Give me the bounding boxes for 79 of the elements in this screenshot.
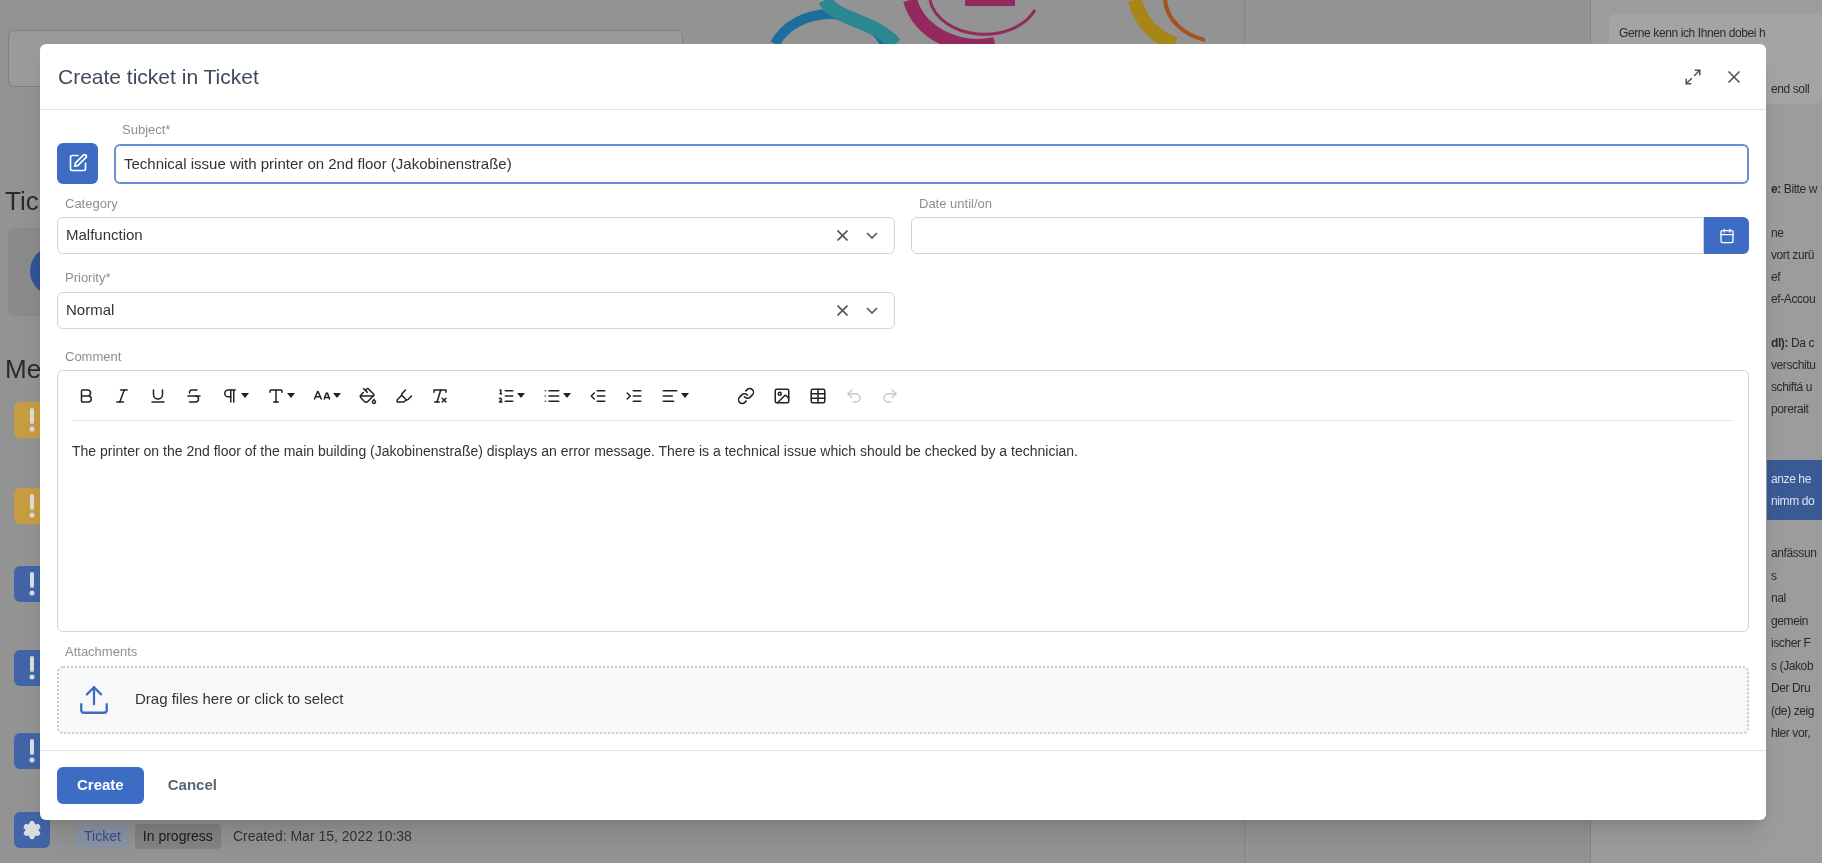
dropzone-hint: Drag files here or click to select: [135, 689, 344, 710]
message-text: s (Jakob: [1771, 657, 1815, 675]
dialog-title: Create ticket in Ticket: [58, 63, 260, 90]
caret-icon: [866, 232, 878, 239]
clear-icon: [837, 304, 848, 316]
exclamation-icon: [29, 408, 35, 432]
message-text: hler vor,: [1771, 725, 1812, 742]
section-heading: Me: [5, 353, 42, 386]
message-text: (de) zeig: [1771, 702, 1816, 720]
caret-icon: [287, 393, 295, 398]
caret-icon: [681, 393, 689, 398]
calendar-button[interactable]: [1704, 217, 1749, 254]
image-icon: [773, 386, 791, 405]
message-text: e: Bitte w: [1771, 181, 1819, 198]
section-heading: Tic: [5, 185, 39, 218]
status-tag: In progress: [134, 824, 221, 849]
caret-icon: [517, 393, 525, 398]
file-dropzone[interactable]: Drag files here or click to select: [57, 665, 1749, 734]
message-text: Der Dru: [1771, 680, 1812, 697]
message-text: ischer F: [1771, 635, 1812, 652]
caret-icon: [333, 393, 341, 398]
field-label: Comment: [65, 347, 123, 366]
caret-icon: [241, 393, 249, 398]
font-icon: [267, 386, 285, 405]
exclamation-icon: [29, 494, 35, 518]
message-text: porerait: [1771, 401, 1810, 418]
banner-text: nimm do: [1771, 493, 1816, 510]
expand-icon: [1684, 67, 1702, 86]
field-label: Subject*: [122, 121, 172, 139]
comment-text: The printer on the 2nd floor of the main building (Jakobinenstraße) displays an error message. There is a technical issue which should be checked by a technician.: [72, 442, 1079, 461]
exclamation-icon: [29, 656, 35, 680]
field-label: Attachments: [65, 643, 139, 661]
create-button[interactable]: Create: [57, 767, 144, 804]
priority-select[interactable]: Normal: [57, 291, 895, 329]
cancel-button[interactable]: Cancel: [151, 767, 233, 804]
strikethrough-icon: [185, 386, 203, 405]
message-text: nal: [1771, 590, 1787, 607]
created-date: Created: Mar 15, 2022 10:38: [232, 827, 412, 846]
pencil-icon: [67, 153, 88, 173]
clear-format-icon: [431, 386, 449, 405]
exclamation-icon: [29, 572, 35, 596]
message-text: ef: [1771, 269, 1782, 286]
category-select[interactable]: Malfunction: [57, 217, 895, 254]
calendar-icon: [1718, 227, 1735, 244]
link-icon: [737, 386, 755, 405]
subject-field[interactable]: Technical issue with printer on 2nd floor (Jakobinenstraße): [114, 143, 1749, 184]
gear-icon: [22, 820, 42, 840]
exclamation-icon: [29, 739, 35, 763]
message-text: end soll: [1771, 81, 1811, 98]
undo-icon: [845, 386, 863, 405]
banner-text: anze he: [1771, 471, 1812, 488]
message-text: Gerne kenn ich Ihnen dobei h: [1619, 26, 1766, 40]
highlighter-icon: [395, 386, 413, 405]
underline-icon: [149, 386, 167, 405]
italic-icon: [113, 386, 131, 405]
clear-icon: [837, 230, 848, 241]
message-text: vort zurü: [1771, 247, 1816, 264]
message-text: ne: [1771, 225, 1785, 242]
message-text: anfässun: [1771, 545, 1818, 562]
message-text: ef-Accou: [1771, 291, 1817, 308]
message-text: gemein: [1771, 612, 1809, 630]
numbered-list-icon: [497, 386, 515, 405]
field-label: Category: [65, 194, 119, 213]
redo-icon: [881, 386, 899, 405]
comment-editor[interactable]: The printer on the 2nd floor of the main building (Jakobinenstraße) displays an error message. There is a technical issue which should be checked by a technician.: [57, 370, 1749, 632]
edit-button[interactable]: [57, 142, 98, 184]
date-field[interactable]: [911, 217, 1704, 254]
caret-icon: [563, 393, 571, 398]
message-text: dl): Da c: [1771, 335, 1816, 352]
caret-icon: [866, 306, 878, 314]
field-label: Date until/on: [919, 194, 993, 213]
table-icon: [809, 386, 827, 405]
message-text: verschitu: [1771, 357, 1817, 374]
message-text: schiftá u: [1771, 379, 1814, 396]
message-text: s: [1771, 567, 1778, 585]
paragraph-icon: [221, 386, 239, 405]
status-tag: Ticket: [76, 824, 129, 849]
field-label: Priority*: [65, 269, 112, 287]
paint-bucket-icon: [359, 386, 377, 405]
